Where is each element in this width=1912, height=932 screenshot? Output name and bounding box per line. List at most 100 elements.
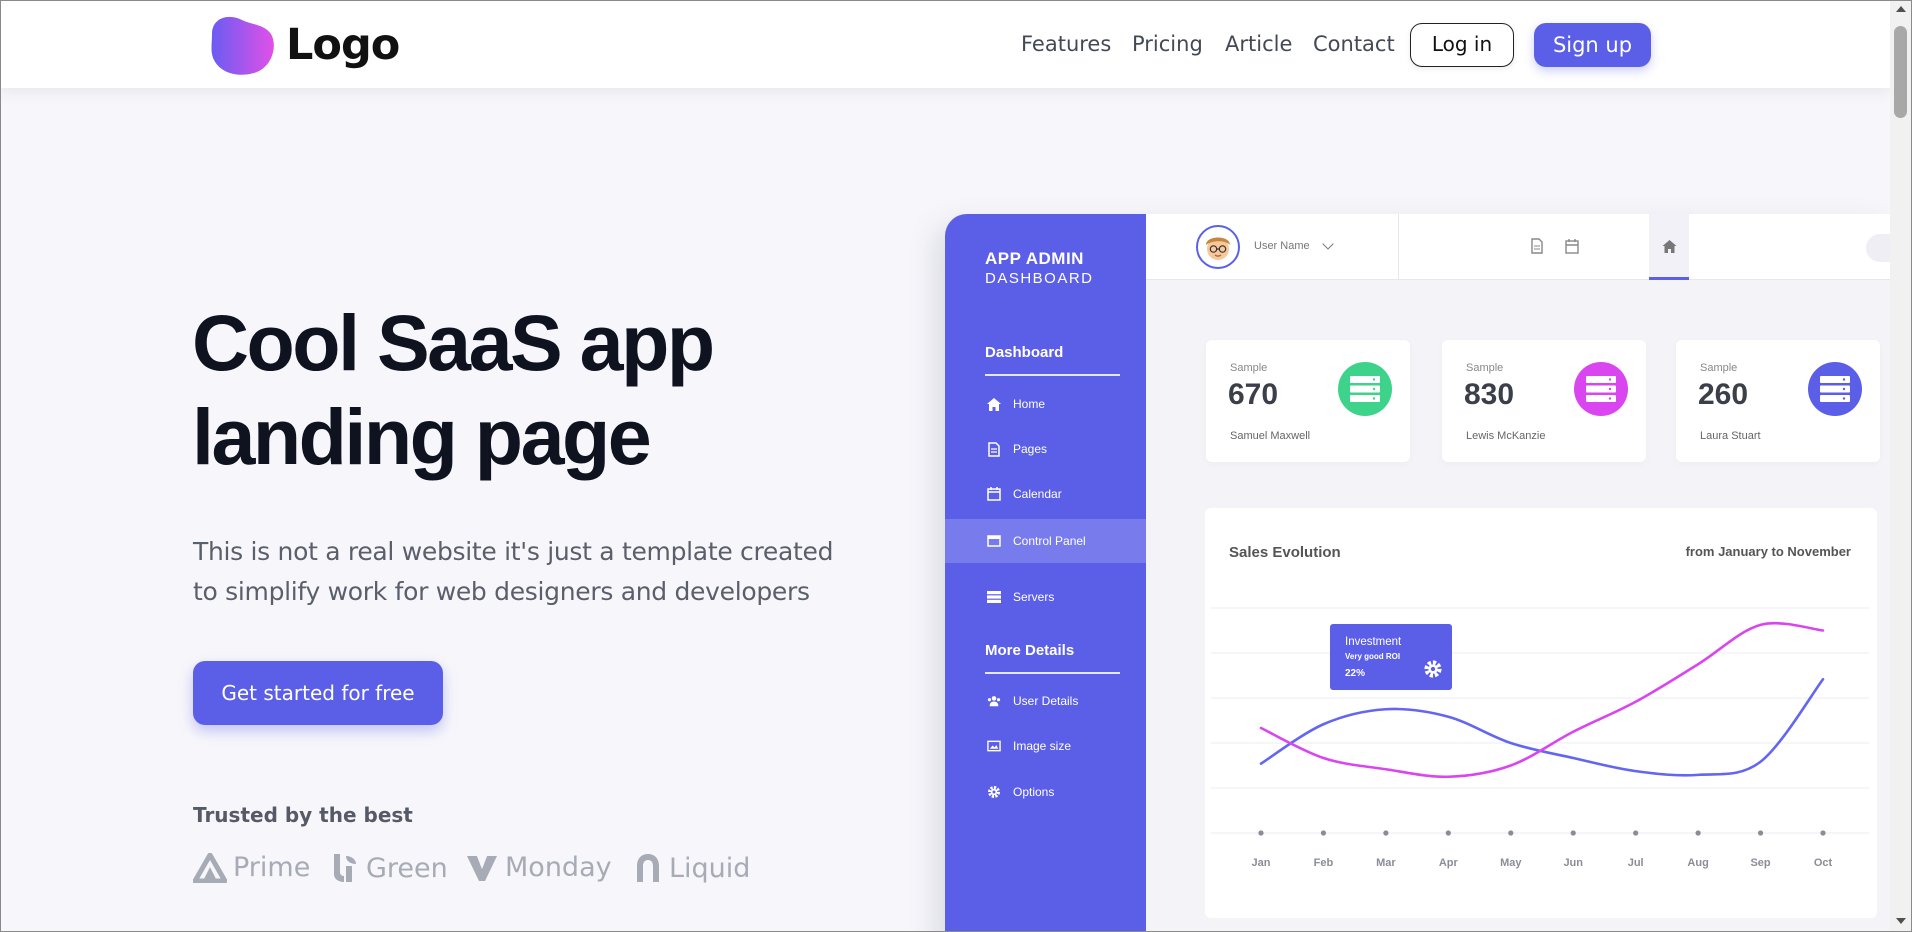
server-badge-icon [1808,362,1862,416]
x-axis-point [1508,830,1514,836]
x-tick-label: May [1500,857,1522,869]
x-tick-label: Sep [1750,857,1770,869]
x-axis-point [1757,830,1764,836]
nav-features[interactable]: Features [1021,32,1111,56]
dashboard-brand-subtitle: DASHBOARD [985,270,1094,287]
x-axis-point [1633,830,1639,836]
stat-label: Sample [1466,362,1504,374]
sidebar-item-pages[interactable]: Pages [945,427,1146,471]
stat-value: 830 [1464,378,1515,411]
tooltip-title: Investment [1345,636,1402,648]
x-axis-point [1258,830,1264,836]
x-tick-label: Mar [1376,857,1396,869]
dashboard-brand-title: APP ADMIN [985,249,1084,268]
green-logo-icon [334,854,356,882]
sidebar-item-label: Home [1013,397,1046,411]
prime-logo-icon [193,852,227,883]
x-tick-label: Apr [1439,857,1459,869]
stat-person: Samuel Maxwell [1230,430,1311,442]
server-icon [987,590,1001,604]
users-icon [987,694,1001,708]
stat-person: Lewis McKanzie [1466,430,1546,442]
sidebar-item-label: Servers [1013,590,1055,604]
dashboard-preview: APP ADMIN DASHBOARD Dashboard Home Pages… [945,214,1890,932]
hero-title: Cool SaaS app landing page [192,296,812,484]
chart-tooltip: Investment Very good ROI 22% [1330,624,1452,690]
tooltip-value: 22% [1345,668,1366,679]
nav-pricing[interactable]: Pricing [1132,32,1203,56]
sidebar-divider [985,672,1120,674]
signup-button[interactable]: Sign up [1534,23,1651,67]
trusted-label: Trusted by the best [193,803,413,827]
x-axis-point [1320,830,1327,836]
avatar-face-icon [1206,237,1230,260]
user-avatar[interactable] [1196,225,1240,269]
server-badge-icon [1338,362,1392,416]
vertical-scrollbar[interactable] [1890,0,1912,932]
x-tick-label: Jun [1563,857,1583,869]
document-icon[interactable] [1530,238,1544,254]
calendar-icon[interactable] [1565,238,1579,254]
x-axis-point [1570,830,1576,836]
hero-subtitle-line: to simplify work for web designers and d… [193,577,810,606]
sidebar-item-label: Options [1013,785,1055,799]
x-axis-point [1383,830,1389,836]
logo[interactable]: Logo [206,14,400,76]
stat-label: Sample [1230,362,1268,374]
monday-logo-icon [467,855,497,881]
series-line-1 [1259,677,1825,777]
logo-text: Logo [286,20,400,70]
brand-monday: Monday [465,852,612,883]
x-axis-point [1820,830,1826,836]
sidebar-item-user-details[interactable]: User Details [945,679,1146,723]
x-tick-label: Jul [1628,857,1644,869]
stat-card: Sample 260 Laura Stuart [1676,340,1880,462]
brand-liquid: Liquid [633,852,750,884]
get-started-button[interactable]: Get started for free [193,661,443,725]
sidebar-item-label: Calendar [1013,487,1062,501]
scroll-down-arrow-icon[interactable] [1896,918,1906,924]
sidebar-item-image-size[interactable]: Image size [945,724,1146,768]
liquid-logo-icon [637,854,659,882]
brand-name: Liquid [669,852,751,884]
x-tick-label: Aug [1687,857,1708,869]
site-header: Logo Features Pricing Article Contact Lo… [0,0,1890,88]
brand-prime: Prime [193,852,310,883]
sidebar-item-control-panel[interactable]: Control Panel [945,519,1146,563]
chart-title: Sales Evolution [1229,544,1341,561]
login-button[interactable]: Log in [1410,23,1514,67]
sidebar-item-calendar[interactable]: Calendar [945,472,1146,516]
scroll-up-arrow-icon[interactable] [1896,6,1906,12]
nav-contact[interactable]: Contact [1313,32,1395,56]
gear-icon[interactable] [1423,659,1443,679]
sales-chart: Jan Feb Mar Apr May Jun Jul Aug Sep Oct [1211,607,1869,869]
x-axis-point [1695,830,1701,836]
sidebar-item-label: User Details [1013,694,1079,708]
user-name[interactable]: User Name [1254,240,1310,252]
sidebar-item-label: Control Panel [1013,534,1086,548]
topbar-home-tab[interactable] [1649,214,1689,280]
gear-icon [987,785,1001,799]
brand-name: Monday [505,852,612,883]
window-icon [987,534,1001,548]
chevron-down-icon[interactable] [1322,238,1334,250]
scroll-thumb[interactable] [1894,26,1907,118]
sidebar-item-home[interactable]: Home [945,382,1146,426]
sidebar-section-dashboard: Dashboard [985,344,1064,361]
nav-article[interactable]: Article [1225,32,1292,56]
stat-value: 670 [1228,378,1279,411]
stat-person: Laura Stuart [1700,430,1761,442]
tooltip-subtitle: Very good ROI [1345,652,1401,661]
sidebar-section-more-details: More Details [985,642,1075,659]
sidebar-item-servers[interactable]: Servers [945,575,1146,619]
hero-title-line: Cool SaaS app [192,298,715,387]
sidebar-item-options[interactable]: Options [945,770,1146,814]
calendar-icon [987,487,1001,501]
hero-subtitle: This is not a real website it's just a t… [193,532,833,612]
sales-chart-card: Jan Feb Mar Apr May Jun Jul Aug Sep Oct Sales Evo… [1205,508,1877,918]
search-pill[interactable] [1866,234,1890,262]
dashboard-sidebar: APP ADMIN DASHBOARD Dashboard Home Pages… [945,214,1146,932]
dashboard-topbar: User Name [1146,214,1890,280]
brand-name: Green [366,852,448,884]
topbar-divider [1398,214,1399,280]
